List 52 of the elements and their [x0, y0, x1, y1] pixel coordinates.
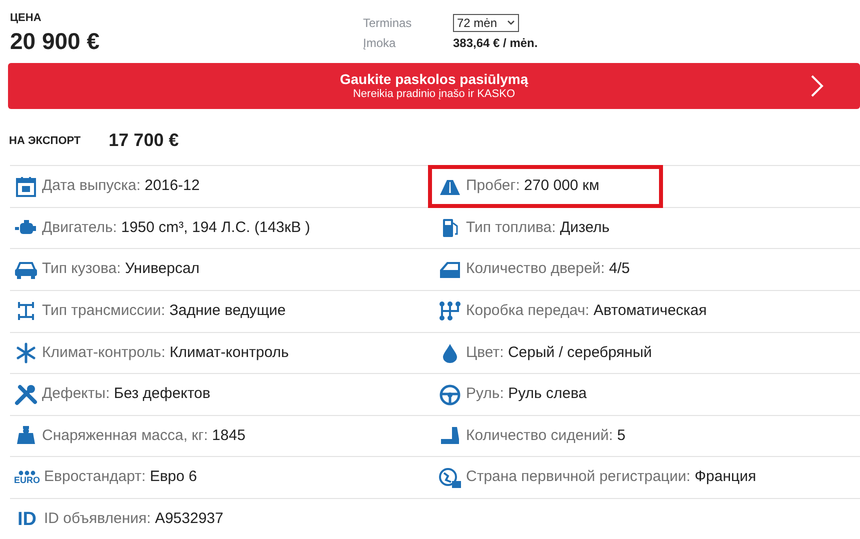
spec-label: Количество дверей: — [466, 260, 605, 278]
spec-label: ID объявления: — [44, 510, 151, 528]
spec-label: Тип кузова: — [42, 260, 121, 278]
spec-label: Коробка передач: — [466, 302, 590, 320]
loan-offer-banner[interactable]: Gaukite paskolos pasiūlymą Nereikia pradinio įnašo ir KASKO — [8, 63, 860, 110]
caret-icon — [507, 20, 515, 26]
steering-wheel-icon — [438, 384, 462, 406]
spec-label: Двигатель: — [42, 218, 117, 236]
snowflake-icon — [14, 342, 38, 364]
spec-value: Руль слева — [508, 385, 587, 402]
price-value: 20 900 € — [10, 26, 101, 56]
spec-value: Без дефектов — [114, 385, 210, 402]
calendar-icon — [14, 176, 38, 198]
payment-value: 383,64 € / mėn. — [453, 35, 538, 52]
spec-label: Тип топлива: — [466, 218, 556, 236]
price-label: ЦЕНА — [10, 11, 42, 26]
spec-label: Дефекты: — [42, 385, 110, 402]
gear-shift-icon — [438, 300, 462, 322]
spec-label: Климат-контроль: — [42, 344, 166, 361]
spec-label: Снаряженная масса, кг: — [42, 426, 208, 444]
id-icon: ID — [14, 510, 40, 529]
spec-value: Серый / серебряный — [508, 344, 652, 361]
spec-value: Франция — [694, 468, 756, 486]
spec-label: Евростандарт: — [44, 468, 146, 486]
spec-value: Евро 6 — [150, 468, 197, 486]
payment-label: Įmoka — [363, 35, 397, 52]
spec-label: Пробег: — [466, 177, 520, 194]
spec-value: 1950 cm³, 194 Л.С. (143кВ ) — [121, 218, 310, 236]
spec-value: 4/5 — [609, 260, 630, 278]
spec-label: Тип трансмиссии: — [42, 302, 166, 320]
spec-label: Цвет: — [466, 344, 504, 361]
term-select[interactable]: 72 mėn — [453, 14, 519, 32]
spec-value: 5 — [617, 426, 626, 444]
export-label: НА ЭКСПОРТ — [9, 134, 81, 148]
export-price: 17 700 € — [108, 129, 179, 152]
spec-value: Задние ведущие — [169, 302, 286, 320]
term-label: Terminas — [363, 15, 413, 32]
tools-icon — [14, 384, 38, 406]
spec-label: Страна первичной регистрации: — [466, 468, 690, 486]
chevron-right-icon — [810, 74, 824, 98]
globe-icon — [438, 466, 462, 489]
spec-value: Климат-контроль — [170, 344, 289, 361]
spec-value: Дизель — [560, 218, 610, 236]
spec-value: 270 000 км — [524, 177, 600, 194]
spec-value: 1845 — [212, 426, 246, 444]
spec-value: Универсал — [124, 260, 200, 278]
spec-label: Дата выпуска: — [42, 177, 140, 194]
spec-label: Количество сидений: — [466, 426, 613, 444]
spec-value: Автоматическая — [594, 302, 707, 320]
spec-label: Руль: — [466, 385, 504, 402]
spec-value: A9532937 — [154, 510, 224, 528]
spec-value: 2016-12 — [144, 177, 200, 194]
